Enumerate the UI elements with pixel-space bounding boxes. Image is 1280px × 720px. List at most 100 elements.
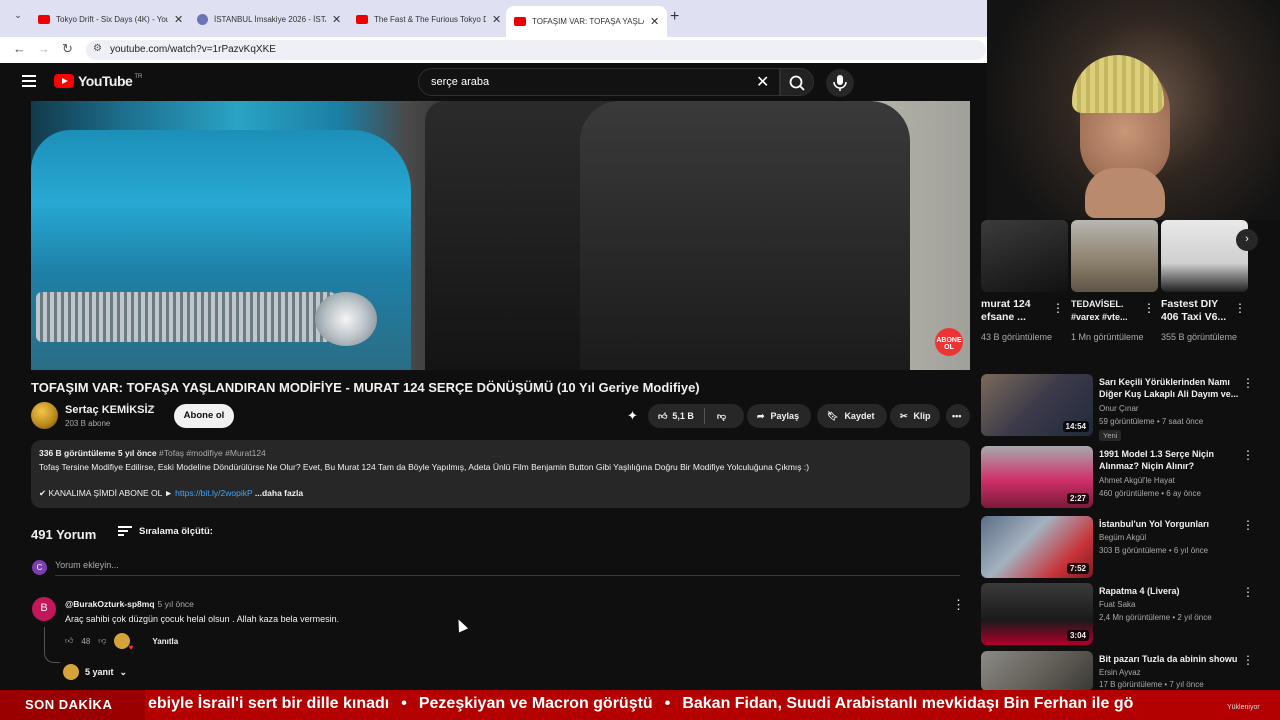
channel-name[interactable]: Ahmet Akgül'le Hayat bbox=[1099, 476, 1175, 485]
channel-name[interactable]: Onur Çınar bbox=[1099, 404, 1139, 413]
description-line: Tofaş Tersine Modifiye Edilirse, Eski Mo… bbox=[39, 462, 810, 472]
video-thumbnail[interactable]: 7:52 bbox=[981, 516, 1093, 578]
short-title[interactable]: murat 124 efsane ... bbox=[981, 298, 1051, 324]
video-thumbnail[interactable]: 14:54 bbox=[981, 374, 1093, 436]
comment-actions: 👍︎ 48 👎︎ Yanıtla bbox=[65, 633, 178, 652]
view-count: 303 B görüntüleme • 6 yıl önce bbox=[1099, 546, 1209, 555]
short-thumbnail[interactable] bbox=[1161, 220, 1248, 292]
ticker-separator: • bbox=[664, 695, 671, 712]
video-thumbnail[interactable]: 3:04 bbox=[981, 583, 1093, 645]
subscribe-button[interactable]: Abone ol bbox=[174, 404, 234, 428]
bookmark-icon: 🔖︎ bbox=[827, 410, 839, 421]
more-actions-button[interactable]: ••• bbox=[946, 404, 970, 428]
video-title[interactable]: Sarı Keçili Yörüklerinden Namı Diğer Kuş… bbox=[1099, 376, 1239, 400]
video-menu-icon[interactable]: ⋮ bbox=[1242, 653, 1254, 667]
close-tab-icon[interactable]: ✕ bbox=[492, 13, 501, 26]
search-button[interactable] bbox=[780, 68, 814, 96]
menu-hamburger-icon[interactable] bbox=[22, 75, 36, 87]
channel-avatar[interactable] bbox=[31, 402, 58, 429]
view-count: 17 B görüntüleme • 7 yıl önce bbox=[1099, 680, 1204, 689]
short-menu-icon[interactable]: ⋮ bbox=[1052, 301, 1064, 315]
divider bbox=[703, 408, 705, 424]
short-menu-icon[interactable]: ⋮ bbox=[1143, 301, 1155, 315]
youtube-play-icon bbox=[54, 74, 74, 88]
sort-by-button[interactable]: Sıralama ölçütü: bbox=[139, 526, 213, 537]
comment-like-icon[interactable]: 👍︎ bbox=[65, 636, 73, 646]
video-thumbnail[interactable]: 2:27 bbox=[981, 446, 1093, 508]
subscribe-watermark-badge[interactable]: ABONE OL bbox=[935, 328, 963, 356]
comment-time[interactable]: 5 yıl önce bbox=[158, 599, 194, 609]
close-tab-icon[interactable]: ✕ bbox=[174, 13, 183, 26]
close-tab-icon[interactable]: ✕ bbox=[332, 13, 341, 26]
hype-icon[interactable]: ✦ bbox=[627, 408, 643, 424]
recommendation-item[interactable]: 14:54 Sarı Keçili Yörüklerinden Namı Diğ… bbox=[980, 374, 1270, 441]
like-button[interactable]: 👍︎ 5,1 B bbox=[658, 411, 694, 422]
video-title[interactable]: Rapatma 4 (Livera) bbox=[1099, 585, 1239, 597]
dislike-button[interactable]: 👎︎ bbox=[717, 411, 726, 422]
channel-name[interactable]: Fuat Saka bbox=[1099, 600, 1135, 609]
back-arrow-icon[interactable]: ← bbox=[13, 41, 26, 56]
reload-icon[interactable]: ↻ bbox=[62, 41, 73, 57]
new-tab-plus-icon[interactable]: + bbox=[670, 8, 679, 26]
tab-title: The Fast & The Furious Tokyo D bbox=[374, 14, 486, 24]
views-and-date: 336 B görüntüleme 5 yıl önce bbox=[39, 448, 157, 458]
youtube-favicon-icon bbox=[514, 17, 526, 26]
clip-button[interactable]: ✂ Klip bbox=[890, 404, 940, 428]
short-thumbnail[interactable] bbox=[1071, 220, 1158, 292]
video-menu-icon[interactable]: ⋮ bbox=[1242, 448, 1254, 462]
browser-tab-2[interactable]: İSTANBUL İmsakiye 2026 - İSTA ✕ bbox=[189, 6, 349, 32]
add-comment-input[interactable]: Yorum ekleyin... bbox=[55, 560, 960, 576]
site-info-icon[interactable]: ⚙ bbox=[93, 43, 102, 54]
url-field[interactable]: youtube.com/watch?v=1rPazvKqXKE bbox=[86, 40, 986, 60]
search-input[interactable]: serçe araba bbox=[418, 68, 780, 96]
video-title[interactable]: 1991 Model 1.3 Serçe Niçin Alınmaz? Niçi… bbox=[1099, 448, 1239, 472]
recommendation-item[interactable]: 2:27 1991 Model 1.3 Serçe Niçin Alınmaz?… bbox=[980, 446, 1270, 512]
ticker-headline: Pezeşkiyan ve Macron görüştü bbox=[418, 695, 653, 712]
video-title[interactable]: Bit pazarı Tuzla da abinin showu bbox=[1099, 653, 1239, 665]
description-link[interactable]: https://bit.ly/2wopikP bbox=[175, 488, 252, 498]
reply-button[interactable]: Yanıtla bbox=[152, 637, 178, 646]
video-menu-icon[interactable]: ⋮ bbox=[1242, 585, 1254, 599]
recommendation-item[interactable]: 7:52 İstanbul'un Yol Yorgunları Begüm Ak… bbox=[980, 516, 1270, 582]
comment-dislike-icon[interactable]: 👎︎ bbox=[98, 636, 106, 646]
share-button[interactable]: ➦ Paylaş bbox=[747, 404, 811, 428]
close-tab-icon[interactable]: ✕ bbox=[650, 15, 659, 28]
video-thumbnail[interactable] bbox=[981, 651, 1093, 691]
short-thumbnail[interactable] bbox=[981, 220, 1068, 292]
short-title[interactable]: Fastest DIY 406 Taxi V6... bbox=[1161, 298, 1231, 324]
browser-tab-4-active[interactable]: TOFAŞIM VAR: TOFAŞA YAŞLAN ✕ bbox=[506, 6, 668, 37]
youtube-logo[interactable]: YouTube TR bbox=[54, 73, 142, 89]
replies-count: 5 yanıt bbox=[85, 667, 114, 677]
clear-search-icon[interactable]: ✕ bbox=[756, 72, 769, 92]
tab-search-chevron-icon[interactable]: ⌄ bbox=[10, 10, 26, 26]
short-title[interactable]: TEDAVİSEL. #varex #vte... bbox=[1071, 298, 1141, 324]
view-count: 460 görüntüleme • 6 ay önce bbox=[1099, 489, 1201, 498]
channel-name[interactable]: Begüm Akgül bbox=[1099, 533, 1146, 542]
save-button[interactable]: 🔖︎ Kaydet bbox=[817, 404, 887, 428]
ticker-label: SON DAKİKA bbox=[0, 690, 145, 720]
more-horizontal-icon: ••• bbox=[952, 411, 962, 421]
show-more-link[interactable]: ...daha fazla bbox=[255, 488, 303, 498]
channel-name[interactable]: Sertaç KEMİKSİZ bbox=[65, 404, 154, 416]
comment-menu-icon[interactable]: ⋮ bbox=[952, 597, 965, 613]
forward-arrow-icon[interactable]: → bbox=[37, 41, 50, 56]
sort-icon[interactable] bbox=[118, 526, 132, 538]
browser-tab-1[interactable]: Tokyo Drift - Six Days (4K) - You ✕ bbox=[30, 6, 191, 32]
ticker-headline: ebiyle İsrail'i sert bir dille kınadı bbox=[148, 695, 390, 712]
description-prefix: ✔ KANALIMA ŞİMDİ ABONE OL ► bbox=[39, 488, 173, 498]
short-menu-icon[interactable]: ⋮ bbox=[1234, 301, 1246, 315]
video-menu-icon[interactable]: ⋮ bbox=[1242, 518, 1254, 532]
youtube-favicon-icon bbox=[356, 14, 368, 24]
view-replies-button[interactable]: 5 yanıt ⌄ bbox=[63, 664, 127, 680]
voice-search-button[interactable] bbox=[826, 69, 854, 97]
video-menu-icon[interactable]: ⋮ bbox=[1242, 376, 1254, 390]
comment-author[interactable]: @BurakOzturk-sp8mq bbox=[65, 599, 155, 609]
hashtags[interactable]: #Tofaş #modifiye #Murat124 bbox=[159, 448, 266, 458]
channel-name[interactable]: Ersin Ayvaz bbox=[1099, 668, 1141, 677]
commenter-avatar[interactable]: B bbox=[32, 597, 56, 621]
description-box[interactable]: 336 B görüntüleme 5 yıl önce #Tofaş #mod… bbox=[31, 440, 970, 508]
shorts-next-chevron-icon[interactable]: › bbox=[1236, 229, 1258, 251]
video-title[interactable]: İstanbul'un Yol Yorgunları bbox=[1099, 518, 1239, 530]
browser-tab-3[interactable]: The Fast & The Furious Tokyo D ✕ bbox=[348, 6, 509, 32]
recommendation-item[interactable]: 3:04 Rapatma 4 (Livera) Fuat Saka 2,4 Mn… bbox=[980, 583, 1270, 649]
